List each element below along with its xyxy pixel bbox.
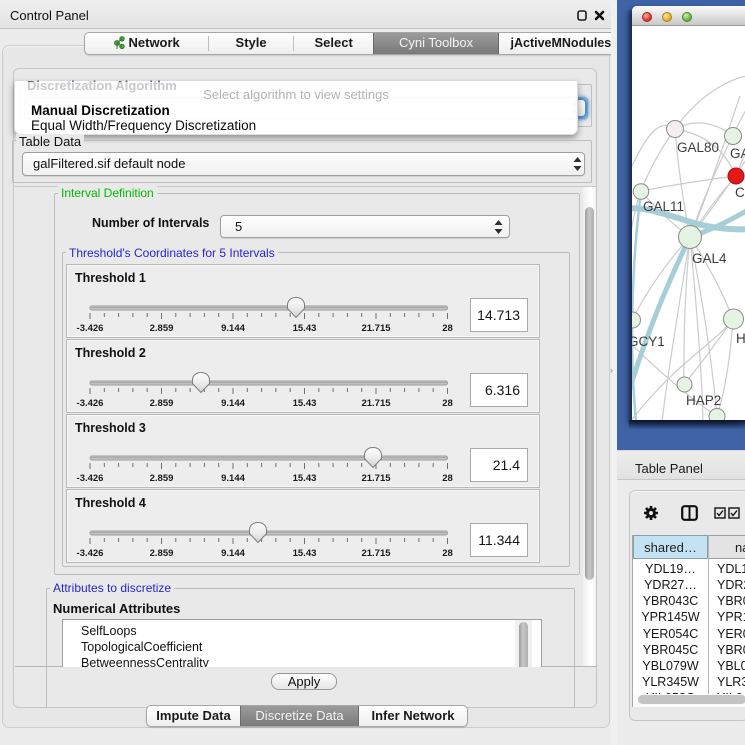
svg-text:GA: GA bbox=[730, 146, 745, 161]
svg-text:28: 28 bbox=[442, 473, 453, 484]
svg-text:15.43: 15.43 bbox=[293, 473, 317, 484]
svg-text:21.715: 21.715 bbox=[361, 473, 391, 484]
svg-text:9.144: 9.144 bbox=[221, 323, 245, 334]
svg-text:-3.426: -3.426 bbox=[77, 323, 104, 334]
svg-text:-3.426: -3.426 bbox=[77, 398, 104, 409]
svg-text:-3.426: -3.426 bbox=[77, 548, 104, 559]
svg-text:GCY1: GCY1 bbox=[632, 334, 665, 349]
svg-text:9.144: 9.144 bbox=[221, 398, 245, 409]
svg-text:GAL4: GAL4 bbox=[692, 251, 727, 266]
svg-text:2.859: 2.859 bbox=[150, 323, 174, 334]
svg-text:28: 28 bbox=[442, 323, 453, 334]
svg-text:15.43: 15.43 bbox=[293, 323, 317, 334]
svg-text:GAL11: GAL11 bbox=[643, 199, 684, 214]
svg-text:15.43: 15.43 bbox=[293, 398, 317, 409]
svg-text:HAP2: HAP2 bbox=[686, 393, 721, 408]
svg-text:2.859: 2.859 bbox=[150, 473, 174, 484]
svg-text:15.43: 15.43 bbox=[293, 548, 317, 559]
svg-text:C: C bbox=[735, 185, 745, 200]
svg-text:21.715: 21.715 bbox=[361, 323, 391, 334]
svg-text:-3.426: -3.426 bbox=[77, 473, 104, 484]
svg-text:2.859: 2.859 bbox=[150, 398, 174, 409]
svg-text:GAL80: GAL80 bbox=[677, 140, 719, 155]
svg-text:21.715: 21.715 bbox=[361, 548, 391, 559]
svg-text:H: H bbox=[736, 331, 745, 346]
svg-text:28: 28 bbox=[442, 398, 453, 409]
svg-text:2.859: 2.859 bbox=[150, 548, 174, 559]
svg-text:28: 28 bbox=[442, 548, 453, 559]
svg-text:21.715: 21.715 bbox=[361, 398, 391, 409]
svg-text:9.144: 9.144 bbox=[221, 473, 245, 484]
svg-text:9.144: 9.144 bbox=[221, 548, 245, 559]
